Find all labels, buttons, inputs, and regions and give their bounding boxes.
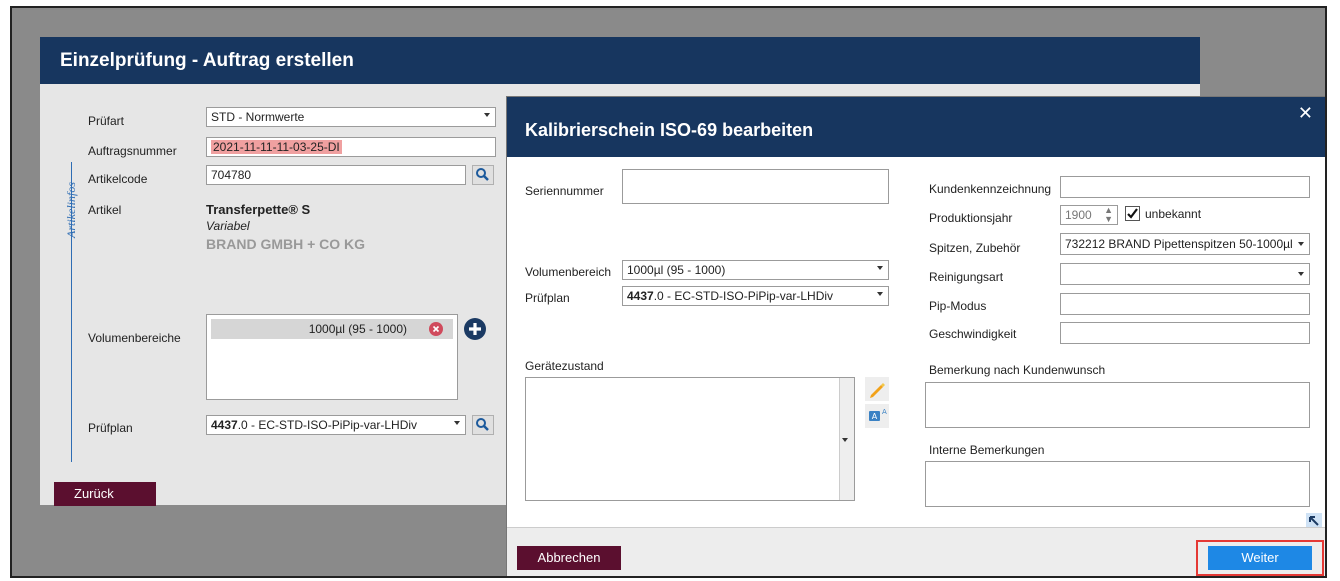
- seriennummer-label: Seriennummer: [525, 184, 604, 198]
- artikelcode-value: 704780: [211, 168, 252, 182]
- pruefplan-number: 4437: [211, 418, 238, 432]
- chevron-down-icon: [484, 113, 490, 117]
- pruefplan-search-button[interactable]: [472, 415, 494, 435]
- pruefplan-dialog-number: 4437: [627, 289, 654, 303]
- auftragsnummer-value: 2021-11-11-11-03-25-DI: [211, 140, 342, 154]
- back-button[interactable]: Zurück: [54, 482, 156, 506]
- cancel-button[interactable]: Abbrechen: [517, 546, 621, 570]
- chevron-down-icon: [842, 438, 848, 442]
- window-title: Einzelprüfung - Auftrag erstellen: [40, 37, 1200, 84]
- pruefplan-dialog-text: .0 - EC-STD-ISO-PiPip-var-LHDiv: [653, 289, 834, 303]
- svg-text:A: A: [882, 408, 887, 416]
- volumen-chip-label: 1000µl (95 - 1000): [308, 322, 407, 336]
- pruefplan-text: .0 - EC-STD-ISO-PiPip-var-LHDiv: [237, 418, 418, 432]
- remove-icon[interactable]: [429, 322, 443, 336]
- checkmark-icon: [1127, 208, 1138, 219]
- volumenbereiche-label: Volumenbereiche: [88, 331, 181, 345]
- add-volume-icon[interactable]: [464, 318, 486, 340]
- geschwindigkeit-label: Geschwindigkeit: [929, 327, 1017, 341]
- spitzen-select[interactable]: 732212 BRAND Pipettenspitzen 50-1000µl: [1060, 233, 1310, 255]
- chevron-down-icon: [877, 292, 883, 296]
- dialog-title: Kalibrierschein ISO-69 bearbeiten: [525, 120, 814, 140]
- chevron-down-icon: [1298, 242, 1304, 246]
- artikel-name: Transferpette® S: [206, 202, 311, 217]
- artikel-variant: Variabel: [206, 219, 250, 233]
- screenshot-frame: Einzelprüfung - Auftrag erstellen Prüfar…: [10, 6, 1327, 578]
- pruefart-value: STD - Normwerte: [211, 110, 305, 124]
- interne-bemerkungen-label: Interne Bemerkungen: [929, 443, 1045, 457]
- reinigungsart-label: Reinigungsart: [929, 270, 1004, 284]
- close-icon[interactable]: ✕: [1298, 103, 1313, 124]
- produktionsjahr-value: 1900: [1065, 208, 1092, 222]
- chevron-down-icon: [1298, 272, 1304, 276]
- dialog-footer: Abbrechen Weiter: [507, 527, 1325, 576]
- calibration-dialog: Kalibrierschein ISO-69 bearbeiten ✕ Seri…: [506, 96, 1325, 576]
- pruefart-label: Prüfart: [88, 114, 125, 128]
- spinner-arrows-icon[interactable]: ▲ ▼: [1104, 206, 1113, 224]
- pipmodus-input[interactable]: [1060, 293, 1310, 315]
- volumen-chip[interactable]: 1000µl (95 - 1000): [211, 319, 453, 339]
- search-icon: [476, 168, 489, 181]
- dialog-header: Kalibrierschein ISO-69 bearbeiten: [507, 97, 1325, 157]
- geraetezustand-textarea[interactable]: [525, 377, 855, 501]
- artikelcode-field[interactable]: 704780: [206, 165, 466, 185]
- unbekannt-checkbox[interactable]: [1125, 206, 1140, 221]
- artikel-company: BRAND GMBH + CO KG: [206, 236, 366, 252]
- artikelcode-label: Artikelcode: [88, 172, 148, 186]
- spitzen-label: Spitzen, Zubehör: [929, 241, 1021, 255]
- artikel-label: Artikel: [88, 203, 122, 217]
- pruefplan-dialog-select[interactable]: 4437.0 - EC-STD-ISO-PiPip-var-LHDiv: [622, 286, 889, 306]
- reinigungsart-select[interactable]: [1060, 263, 1310, 285]
- search-icon: [476, 418, 489, 431]
- pruefplan-select[interactable]: 4437.0 - EC-STD-ISO-PiPip-var-LHDiv: [206, 415, 466, 435]
- geschwindigkeit-input[interactable]: [1060, 322, 1310, 344]
- kundenkennzeichnung-input[interactable]: [1060, 176, 1310, 198]
- edit-icon[interactable]: [865, 377, 889, 401]
- pruefplan-dialog-label: Prüfplan: [525, 291, 570, 305]
- bemerkung-kunde-label: Bemerkung nach Kundenwunsch: [929, 363, 1106, 377]
- chevron-down-icon: [877, 266, 883, 270]
- produktionsjahr-spinner[interactable]: 1900 ▲ ▼: [1060, 205, 1118, 225]
- svg-text:A: A: [872, 412, 878, 421]
- bemerkung-kunde-textarea[interactable]: [925, 382, 1310, 428]
- pipmodus-label: Pip-Modus: [929, 299, 987, 313]
- artikelcode-search-button[interactable]: [472, 165, 494, 185]
- unbekannt-label: unbekannt: [1145, 207, 1202, 221]
- seriennummer-input[interactable]: [622, 169, 889, 204]
- interne-bemerkungen-textarea[interactable]: [925, 461, 1310, 507]
- translate-icon[interactable]: AA: [865, 404, 889, 428]
- auftragsnummer-label: Auftragsnummer: [88, 144, 177, 158]
- produktionsjahr-label: Produktionsjahr: [929, 211, 1013, 225]
- auftragsnummer-field[interactable]: 2021-11-11-11-03-25-DI: [206, 137, 496, 157]
- artikelinfos-side-label: Artikelinfos: [64, 182, 78, 238]
- geraetezustand-label: Gerätezustand: [525, 359, 604, 373]
- volumenbereiche-list[interactable]: 1000µl (95 - 1000): [206, 314, 458, 400]
- volumenbereich-select[interactable]: 1000µl (95 - 1000): [622, 260, 889, 280]
- pruefart-select[interactable]: STD - Normwerte: [206, 107, 496, 127]
- chevron-down-icon: [454, 421, 460, 425]
- volumenbereich-label: Volumenbereich: [525, 265, 612, 279]
- pruefplan-label: Prüfplan: [88, 421, 133, 435]
- kundenkennzeichnung-label: Kundenkennzeichnung: [929, 182, 1052, 196]
- spitzen-value: 732212 BRAND Pipettenspitzen 50-1000µl: [1065, 237, 1293, 251]
- volumenbereich-value: 1000µl (95 - 1000): [627, 263, 726, 277]
- next-button[interactable]: Weiter: [1208, 546, 1312, 570]
